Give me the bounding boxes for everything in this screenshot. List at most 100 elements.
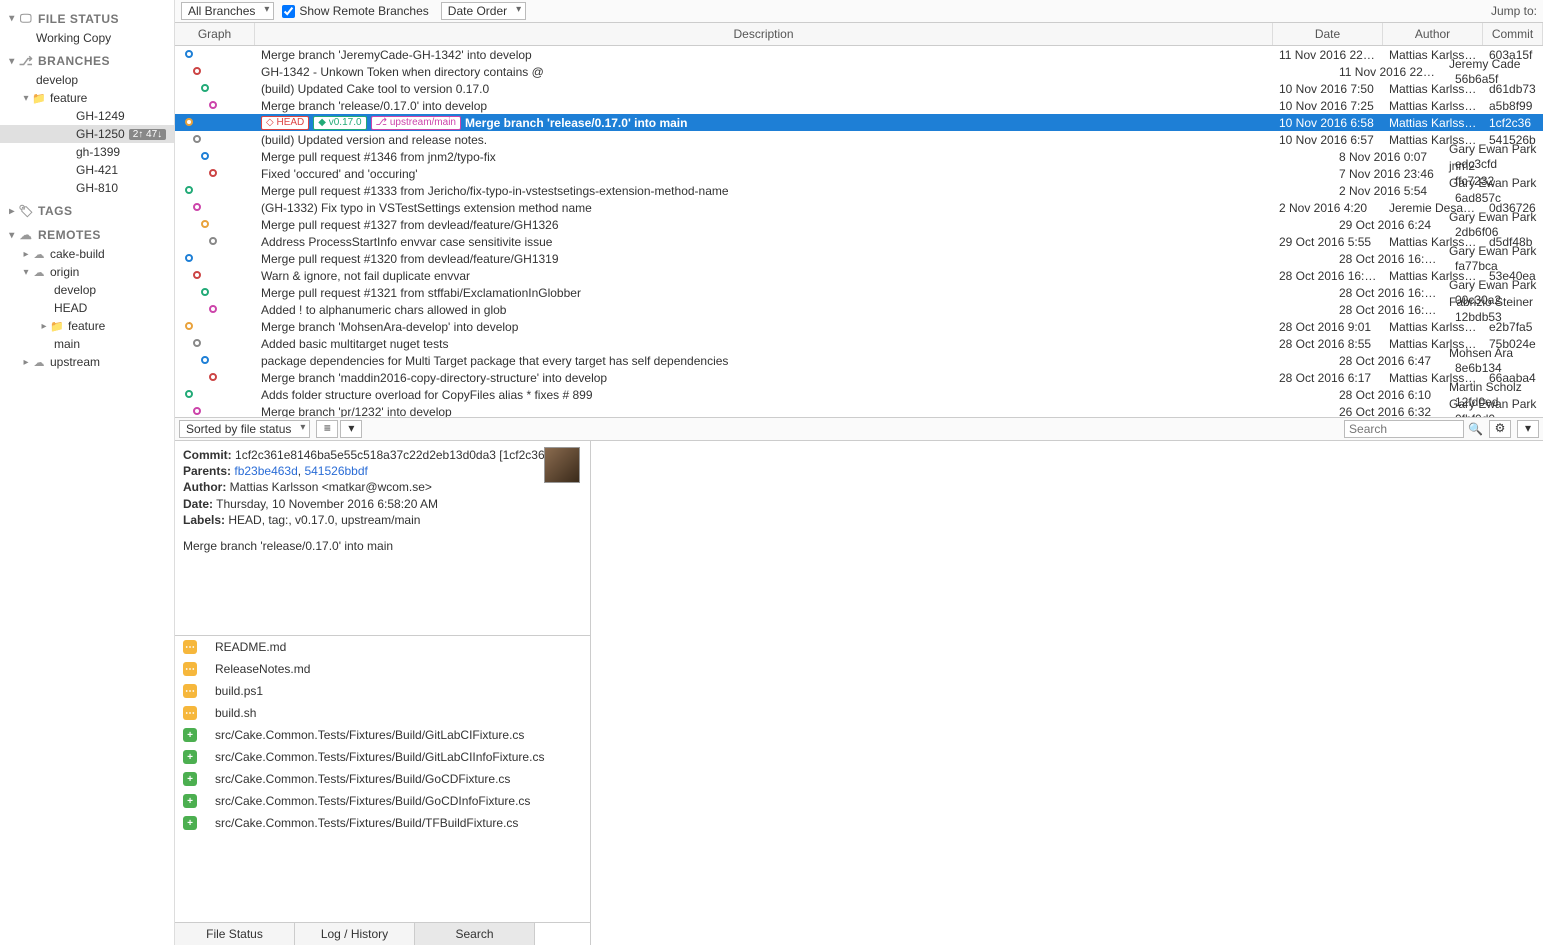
commit-row[interactable]: GH-1342 - Unkown Token when directory co… <box>175 63 1543 80</box>
desc-cell: ◇ HEAD◆ v0.17.0⎇ upstream/mainMerge bran… <box>255 115 1273 131</box>
commit-row[interactable]: (build) Updated Cake tool to version 0.1… <box>175 80 1543 97</box>
col-graph[interactable]: Graph <box>175 23 255 45</box>
origin-develop[interactable]: develop <box>0 281 174 299</box>
file-row[interactable]: ⋯README.md <box>175 636 590 658</box>
file-path: README.md <box>215 640 286 654</box>
tab-file-status[interactable]: File Status <box>175 923 295 945</box>
commit-row[interactable]: Merge pull request #1321 from stffabi/Ex… <box>175 284 1543 301</box>
modified-icon: ⋯ <box>183 706 197 720</box>
file-sort-dropdown[interactable]: Sorted by file status <box>179 420 310 438</box>
show-remote-checkbox[interactable]: Show Remote Branches <box>282 4 428 18</box>
gear-dropdown[interactable]: ▾ <box>1517 420 1539 438</box>
view-mode-button[interactable]: ≡ <box>316 420 338 438</box>
desc-cell: Merge branch 'MohsenAra-develop' into de… <box>255 319 1273 335</box>
author-cell: Mattias Karlsson < <box>1383 81 1483 97</box>
graph-cell <box>175 97 255 114</box>
commit-row[interactable]: Merge branch 'pr/1232' into develop 26 O… <box>175 403 1543 418</box>
date-cell: 28 Oct 2016 6:10 <box>1333 387 1443 403</box>
remote-upstream[interactable]: ▸ ☁ upstream <box>0 353 174 371</box>
tab-search[interactable]: Search <box>415 923 535 945</box>
origin-main[interactable]: main <box>0 335 174 353</box>
chevron-right-icon: ▸ <box>38 321 50 332</box>
commit-row[interactable]: package dependencies for Multi Target pa… <box>175 352 1543 369</box>
author-cell: Mattias Karlsson < <box>1383 98 1483 114</box>
commit-row[interactable]: Added basic multitarget nuget tests 28 O… <box>175 335 1543 352</box>
commit-row[interactable]: Adds folder structure overload for CopyF… <box>175 386 1543 403</box>
remote-origin[interactable]: ▾ ☁ origin <box>0 263 174 281</box>
file-row[interactable]: ⋯ReleaseNotes.md <box>175 658 590 680</box>
branch-GH-1249[interactable]: GH-1249 <box>0 107 174 125</box>
graph-cell <box>175 233 255 250</box>
desc-cell: Merge branch 'maddin2016-copy-directory-… <box>255 370 1273 386</box>
file-row[interactable]: +src/Cake.Common.Tests/Fixtures/Build/Go… <box>175 790 590 812</box>
date-cell: 28 Oct 2016 6:47 <box>1333 353 1443 369</box>
show-remote-input[interactable] <box>282 5 295 18</box>
branch-gh-1399[interactable]: gh-1399 <box>0 143 174 161</box>
graph-cell <box>175 199 255 216</box>
date-cell: 28 Oct 2016 16:23 <box>1333 302 1443 318</box>
date-cell: 28 Oct 2016 6:17 <box>1273 370 1383 386</box>
commit-row[interactable]: Merge pull request #1320 from devlead/fe… <box>175 250 1543 267</box>
commit-message: Merge branch 'release/0.17.0' into main <box>183 538 582 554</box>
view-mode-dropdown[interactable]: ▾ <box>340 420 362 438</box>
commit-row[interactable]: Merge pull request #1333 from Jericho/fi… <box>175 182 1543 199</box>
commit-row[interactable]: ◇ HEAD◆ v0.17.0⎇ upstream/mainMerge bran… <box>175 114 1543 131</box>
origin-feature[interactable]: ▸📁feature <box>0 317 174 335</box>
sort-dropdown[interactable]: Date Order <box>441 2 526 20</box>
commit-row[interactable]: Merge branch 'JeremyCade-GH-1342' into d… <box>175 46 1543 63</box>
branch-GH-421[interactable]: GH-421 <box>0 161 174 179</box>
hash-cell: a5b8f99 <box>1483 98 1543 114</box>
remote-cake-build[interactable]: ▸ ☁ cake-build <box>0 245 174 263</box>
col-date[interactable]: Date <box>1273 23 1383 45</box>
tab-log-history[interactable]: Log / History <box>295 923 415 945</box>
desc-cell: Address ProcessStartInfo envvar case sen… <box>255 234 1273 250</box>
commit-row[interactable]: Merge branch 'release/0.17.0' into devel… <box>175 97 1543 114</box>
col-commit[interactable]: Commit <box>1483 23 1543 45</box>
commit-table: Graph Description Date Author Commit Mer… <box>175 23 1543 418</box>
chevron-down-icon: ▾ <box>20 93 32 104</box>
commit-row[interactable]: Address ProcessStartInfo envvar case sen… <box>175 233 1543 250</box>
gear-button[interactable]: ⚙ <box>1489 420 1511 438</box>
commit-row[interactable]: Merge branch 'MohsenAra-develop' into de… <box>175 318 1543 335</box>
branch-feature-folder[interactable]: ▾ 📁 feature <box>0 89 174 107</box>
search-input[interactable] <box>1344 420 1464 438</box>
branch-GH-1250[interactable]: GH-12502↑ 47↓ <box>0 125 174 143</box>
sidebar: ▾ 🖵 FILE STATUS Working Copy ▾ ⎇ BRANCHE… <box>0 0 175 945</box>
search-icon[interactable]: 🔍 <box>1468 422 1483 436</box>
graph-cell <box>175 182 255 199</box>
parent-link-1[interactable]: fb23be463d <box>234 464 297 478</box>
file-row[interactable]: +src/Cake.Common.Tests/Fixtures/Build/Gi… <box>175 746 590 768</box>
commit-row[interactable]: Merge pull request #1346 from jnm2/typo-… <box>175 148 1543 165</box>
file-row[interactable]: ⋯build.ps1 <box>175 680 590 702</box>
graph-cell <box>175 250 255 267</box>
commit-row[interactable]: Added ! to alphanumeric chars allowed in… <box>175 301 1543 318</box>
branch-GH-810[interactable]: GH-810 <box>0 179 174 197</box>
working-copy-item[interactable]: Working Copy <box>0 29 174 47</box>
file-row[interactable]: ⋯build.sh <box>175 702 590 724</box>
col-description[interactable]: Description <box>255 23 1273 45</box>
branches-section[interactable]: ▾ ⎇ BRANCHES <box>0 51 174 71</box>
remotes-section[interactable]: ▾ ☁ REMOTES <box>0 225 174 245</box>
added-icon: + <box>183 816 197 830</box>
file-status-section[interactable]: ▾ 🖵 FILE STATUS <box>0 8 174 29</box>
commit-row[interactable]: Merge pull request #1327 from devlead/fe… <box>175 216 1543 233</box>
branch-develop[interactable]: develop <box>0 71 174 89</box>
hash-cell: e2b7fa5 <box>1483 319 1543 335</box>
file-path: src/Cake.Common.Tests/Fixtures/Build/Git… <box>215 750 544 764</box>
cloud-icon: ☁ <box>32 356 46 369</box>
branch-filter-dropdown[interactable]: All Branches <box>181 2 274 20</box>
commit-row[interactable]: Merge branch 'maddin2016-copy-directory-… <box>175 369 1543 386</box>
col-author[interactable]: Author <box>1383 23 1483 45</box>
commit-row[interactable]: Fixed 'occured' and 'occuring' 7 Nov 201… <box>175 165 1543 182</box>
file-row[interactable]: +src/Cake.Common.Tests/Fixtures/Build/Go… <box>175 768 590 790</box>
tags-section[interactable]: ▸ 🏷 TAGS <box>0 201 174 221</box>
cloud-icon: ☁ <box>32 266 46 279</box>
parent-link-2[interactable]: 541526bbdf <box>304 464 367 478</box>
commit-row[interactable]: (GH-1332) Fix typo in VSTestSettings ext… <box>175 199 1543 216</box>
file-row[interactable]: +src/Cake.Common.Tests/Fixtures/Build/TF… <box>175 812 590 834</box>
commit-row[interactable]: (build) Updated version and release note… <box>175 131 1543 148</box>
date-cell: 11 Nov 2016 22:48 <box>1273 47 1383 63</box>
commit-row[interactable]: Warn & ignore, not fail duplicate envvar… <box>175 267 1543 284</box>
origin-HEAD[interactable]: HEAD <box>0 299 174 317</box>
file-row[interactable]: +src/Cake.Common.Tests/Fixtures/Build/Gi… <box>175 724 590 746</box>
